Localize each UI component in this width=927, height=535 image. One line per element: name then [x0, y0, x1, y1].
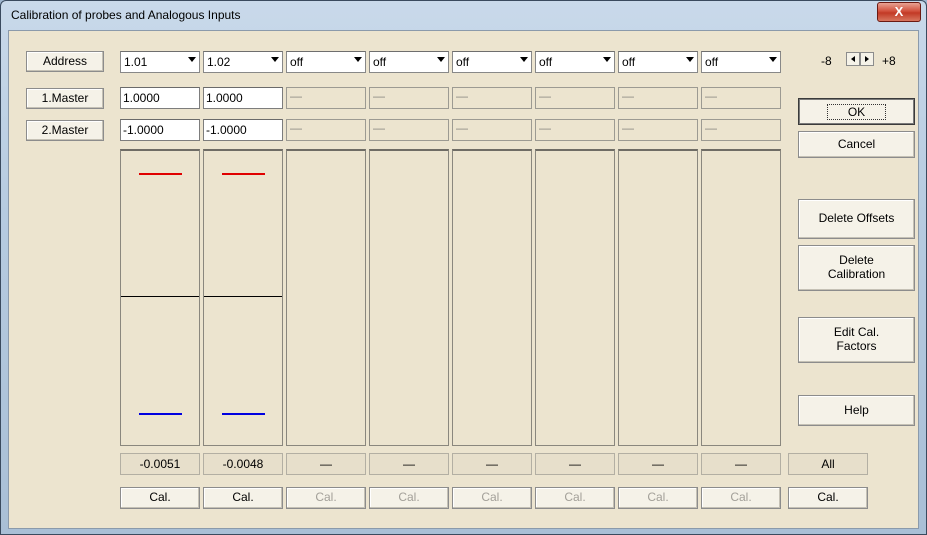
upper-limit-marker — [222, 173, 265, 175]
chevron-down-icon — [354, 57, 362, 62]
master1-field-4: — — [369, 87, 449, 109]
range-min-label: -8 — [821, 54, 832, 68]
readout-value-8: — — [701, 453, 781, 475]
readout-value-5: — — [452, 453, 532, 475]
address-select-3[interactable]: off — [286, 51, 366, 73]
chevron-down-icon — [437, 57, 445, 62]
cal-all-button[interactable]: Cal. — [788, 487, 868, 509]
calibration-dialog: Calibration of probes and Analogous Inpu… — [0, 0, 927, 535]
address-value: off — [539, 55, 553, 69]
master1-field-2[interactable]: 1.0000 — [203, 87, 283, 109]
chevron-down-icon — [188, 57, 196, 62]
address-select-1[interactable]: 1.01 — [120, 51, 200, 73]
ok-button[interactable]: OK — [798, 98, 915, 125]
lower-limit-marker — [222, 413, 265, 415]
address-select-6[interactable]: off — [535, 51, 615, 73]
address-value: off — [705, 55, 719, 69]
channel-bar-2 — [203, 149, 283, 446]
master1-field-3: — — [286, 87, 366, 109]
master2-button[interactable]: 2.Master — [26, 120, 104, 141]
readout-value-1: -0.0051 — [120, 453, 200, 475]
chevron-down-icon — [271, 57, 279, 62]
channel-bar-7 — [618, 149, 698, 446]
edit-cal-factors-label-2: Factors — [836, 339, 877, 353]
master1-field-8: — — [701, 87, 781, 109]
cal-button-7[interactable]: Cal. — [618, 487, 698, 509]
cal-button-4[interactable]: Cal. — [369, 487, 449, 509]
edit-cal-factors-button[interactable]: Edit Cal. Factors — [798, 317, 915, 363]
cancel-button[interactable]: Cancel — [798, 131, 915, 158]
master1-field-7: — — [618, 87, 698, 109]
master2-field-8: — — [701, 119, 781, 141]
chevron-down-icon — [686, 57, 694, 62]
all-readout: All — [788, 453, 868, 475]
master2-field-7: — — [618, 119, 698, 141]
delete-offsets-button[interactable]: Delete Offsets — [798, 199, 915, 239]
master1-field-6: — — [535, 87, 615, 109]
chevron-down-icon — [603, 57, 611, 62]
range-decrease-button[interactable] — [846, 52, 860, 66]
address-value: off — [290, 55, 304, 69]
master2-field-6: — — [535, 119, 615, 141]
master1-field-1[interactable]: 1.0000 — [120, 87, 200, 109]
arrow-left-icon — [851, 56, 855, 62]
master1-button[interactable]: 1.Master — [26, 88, 104, 109]
title-bar[interactable]: Calibration of probes and Analogous Inpu… — [1, 1, 926, 29]
channel-bar-1 — [120, 149, 200, 446]
channel-bar-6 — [535, 149, 615, 446]
delete-calibration-label-1: Delete — [839, 253, 874, 268]
channel-bar-5 — [452, 149, 532, 446]
readout-value-3: — — [286, 453, 366, 475]
edit-cal-factors-label-1: Edit Cal. — [833, 325, 880, 340]
cal-button-8[interactable]: Cal. — [701, 487, 781, 509]
channel-bar-3 — [286, 149, 366, 446]
zero-line — [204, 296, 282, 297]
cal-button-6[interactable]: Cal. — [535, 487, 615, 509]
range-max-label: +8 — [882, 54, 896, 68]
cal-button-1[interactable]: Cal. — [120, 487, 200, 509]
master1-field-5: — — [452, 87, 532, 109]
channel-bar-4 — [369, 149, 449, 446]
address-value: 1.02 — [207, 55, 231, 69]
close-button[interactable]: X — [877, 2, 921, 22]
range-increase-button[interactable] — [860, 52, 874, 66]
window-title: Calibration of probes and Analogous Inpu… — [11, 8, 241, 22]
channel-bar-8 — [701, 149, 781, 446]
readout-value-4: — — [369, 453, 449, 475]
zero-line — [121, 296, 199, 297]
cal-button-2[interactable]: Cal. — [203, 487, 283, 509]
master2-field-4: — — [369, 119, 449, 141]
cal-button-5[interactable]: Cal. — [452, 487, 532, 509]
address-select-2[interactable]: 1.02 — [203, 51, 283, 73]
ok-label: OK — [826, 103, 887, 120]
master2-field-5: — — [452, 119, 532, 141]
readout-value-7: — — [618, 453, 698, 475]
address-value: off — [456, 55, 470, 69]
address-select-8[interactable]: off — [701, 51, 781, 73]
master2-field-3: — — [286, 119, 366, 141]
address-label-button[interactable]: Address — [26, 51, 104, 72]
upper-limit-marker — [139, 173, 182, 175]
arrow-right-icon — [865, 56, 869, 62]
address-select-7[interactable]: off — [618, 51, 698, 73]
delete-calibration-label-2: Calibration — [827, 267, 886, 281]
readout-value-6: — — [535, 453, 615, 475]
address-select-5[interactable]: off — [452, 51, 532, 73]
chevron-down-icon — [520, 57, 528, 62]
master2-field-1[interactable]: -1.0000 — [120, 119, 200, 141]
help-button[interactable]: Help — [798, 395, 915, 426]
address-value: 1.01 — [124, 55, 148, 69]
readout-value-2: -0.0048 — [203, 453, 283, 475]
address-value: off — [373, 55, 387, 69]
delete-calibration-button[interactable]: Delete Calibration — [798, 245, 915, 291]
chevron-down-icon — [769, 57, 777, 62]
address-value: off — [622, 55, 636, 69]
master2-field-2[interactable]: -1.0000 — [203, 119, 283, 141]
address-select-4[interactable]: off — [369, 51, 449, 73]
cal-button-3[interactable]: Cal. — [286, 487, 366, 509]
lower-limit-marker — [139, 413, 182, 415]
